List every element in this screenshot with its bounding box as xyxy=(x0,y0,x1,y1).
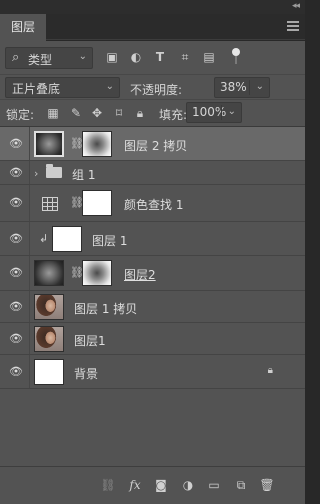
blend-mode-select[interactable]: 正片叠底 ⌄ xyxy=(5,77,120,98)
lock-all-icon[interactable]: 🔒︎ xyxy=(133,106,147,120)
adjustment-filter-icon[interactable]: ◐ xyxy=(129,50,143,64)
opacity-field[interactable]: 38% ⌄ xyxy=(214,77,270,98)
layer-name[interactable]: 图层1 xyxy=(74,332,106,349)
mask-thumbnail[interactable] xyxy=(82,131,112,157)
eye-icon: 👁︎ xyxy=(9,266,23,279)
layers-list: 👁︎ ⛓︎ 图层 2 拷贝 👁︎ › 组 1 👁︎ ⛓︎ 颜色查找 1 👁︎ ↲… xyxy=(0,126,305,454)
layer-name[interactable]: 图层 1 xyxy=(92,232,127,249)
layers-bottom-bar: ⛓︎ fx ◙ ◑ ▭ ⧉ 🗑︎ xyxy=(0,466,305,504)
layer-name[interactable]: 颜色查找 1 xyxy=(124,196,183,213)
layer-name[interactable]: 图层 1 拷贝 xyxy=(74,300,137,317)
chevron-down-icon: ⌄ xyxy=(255,81,264,92)
new-adjustment-icon[interactable]: ◑ xyxy=(180,477,196,493)
lock-label: 锁定: xyxy=(6,108,35,122)
new-layer-icon[interactable]: ⧉ xyxy=(233,477,249,493)
blend-row: 正片叠底 ⌄ 不透明度: 38% ⌄ xyxy=(0,74,305,99)
eye-icon: 👁︎ xyxy=(9,232,23,245)
panel-tab-row: 图层 xyxy=(0,14,305,41)
folder-icon xyxy=(46,164,62,178)
mask-link-icon[interactable]: ⛓︎ xyxy=(70,137,84,151)
chevron-right-icon[interactable]: › xyxy=(34,167,38,180)
mask-link-icon[interactable]: ⛓︎ xyxy=(70,266,84,280)
layer-thumbnail[interactable] xyxy=(34,260,64,286)
filter-toggle-switch[interactable] xyxy=(232,48,240,64)
visibility-toggle[interactable]: 👁︎ xyxy=(0,222,30,255)
layer-row[interactable]: 👁︎ ↲ 图层 1 xyxy=(0,222,305,256)
layer-row[interactable]: 👁︎ ⛓︎ 颜色查找 1 xyxy=(0,185,305,222)
eye-icon: 👁︎ xyxy=(9,166,23,179)
mask-thumbnail[interactable] xyxy=(82,260,112,286)
layer-thumbnail[interactable] xyxy=(34,294,64,320)
fill-label: 填充: xyxy=(159,108,188,122)
eye-icon: 👁︎ xyxy=(9,300,23,313)
layer-thumbnail[interactable] xyxy=(34,131,64,157)
layer-row[interactable]: 👁︎ ⛓︎ 图层2 xyxy=(0,256,305,291)
filter-kind-select[interactable]: ⌕ 类型 ⌄ xyxy=(5,47,93,69)
link-layers-icon[interactable]: ⛓︎ xyxy=(100,477,116,493)
visibility-toggle[interactable]: 👁︎ xyxy=(0,323,30,354)
delete-layer-icon[interactable]: 🗑︎ xyxy=(259,477,275,493)
eye-icon: 👁︎ xyxy=(9,137,23,150)
panel-titlebar: ◂◂ xyxy=(0,0,305,14)
search-icon: ⌕ xyxy=(12,50,20,65)
layer-row[interactable]: 👁︎ 背景 🔒︎ xyxy=(0,355,305,389)
eye-icon: 👁︎ xyxy=(9,196,23,209)
lock-transparent-icon[interactable]: ▦ xyxy=(46,106,60,120)
shape-filter-icon[interactable]: ⌗ xyxy=(178,50,192,64)
visibility-toggle[interactable]: 👁︎ xyxy=(0,161,30,184)
chevron-down-icon: ⌄ xyxy=(227,106,236,117)
image-filter-icon[interactable]: ▣ xyxy=(105,50,119,64)
lock-icon: 🔒︎ xyxy=(267,365,273,376)
layer-row[interactable]: 👁︎ ⛓︎ 图层 2 拷贝 xyxy=(0,127,305,161)
lock-image-icon[interactable]: ✎ xyxy=(69,106,83,120)
layer-name[interactable]: 图层2 xyxy=(124,266,156,283)
collapse-panel-icon[interactable]: ◂◂ xyxy=(292,1,300,11)
layer-thumbnail[interactable] xyxy=(34,326,64,352)
layer-thumbnail[interactable] xyxy=(34,359,64,385)
clipping-arrow-icon: ↲ xyxy=(39,232,49,245)
opacity-label: 不透明度: xyxy=(130,83,183,97)
layer-thumbnail[interactable] xyxy=(52,226,82,252)
chevron-down-icon: ⌄ xyxy=(105,81,114,92)
new-group-icon[interactable]: ▭ xyxy=(206,477,222,493)
panel-menu-icon[interactable] xyxy=(287,21,299,32)
layer-name[interactable]: 组 1 xyxy=(72,166,95,183)
visibility-toggle[interactable]: 👁︎ xyxy=(0,291,30,322)
smart-object-filter-icon[interactable]: ▤ xyxy=(202,50,216,64)
visibility-toggle[interactable]: 👁︎ xyxy=(0,355,30,388)
visibility-toggle[interactable]: 👁︎ xyxy=(0,256,30,290)
layer-row[interactable]: 👁︎ › 组 1 xyxy=(0,161,305,185)
lock-artboard-icon[interactable]: ⌑ xyxy=(112,106,126,120)
tab-layers[interactable]: 图层 xyxy=(0,14,46,41)
fill-field[interactable]: 100% ⌄ xyxy=(186,102,242,123)
visibility-toggle[interactable]: 👁︎ xyxy=(0,185,30,221)
eye-icon: 👁︎ xyxy=(9,332,23,345)
color-lookup-icon xyxy=(42,197,58,211)
mask-thumbnail[interactable] xyxy=(82,190,112,216)
type-filter-icon[interactable]: T xyxy=(153,50,167,64)
layers-panel: ⌕ 类型 ⌄ ▣ ◐ T ⌗ ▤ 正片叠底 ⌄ 不透明度: 38% ⌄ 锁定: … xyxy=(0,41,305,504)
layer-name[interactable]: 图层 2 拷贝 xyxy=(124,137,187,154)
filter-kind-label: 类型 xyxy=(28,53,53,67)
add-mask-icon[interactable]: ◙ xyxy=(153,477,169,493)
fx-icon[interactable]: fx xyxy=(127,477,143,493)
filter-row: ⌕ 类型 ⌄ ▣ ◐ T ⌗ ▤ xyxy=(0,41,305,74)
layer-row[interactable]: 👁︎ 图层1 xyxy=(0,323,305,355)
visibility-toggle[interactable]: 👁︎ xyxy=(0,127,30,160)
blend-mode-value: 正片叠底 xyxy=(12,82,61,96)
opacity-value: 38% xyxy=(220,80,247,94)
eye-icon: 👁︎ xyxy=(9,365,23,378)
lock-position-icon[interactable]: ✥ xyxy=(90,106,104,120)
layer-row[interactable]: 👁︎ 图层 1 拷贝 xyxy=(0,291,305,323)
mask-link-icon[interactable]: ⛓︎ xyxy=(70,196,84,210)
layer-name[interactable]: 背景 xyxy=(74,365,98,382)
lock-row: 锁定: ▦ ✎ ✥ ⌑ 🔒︎ 填充: 100% ⌄ xyxy=(0,99,305,125)
chevron-down-icon: ⌄ xyxy=(78,51,87,62)
